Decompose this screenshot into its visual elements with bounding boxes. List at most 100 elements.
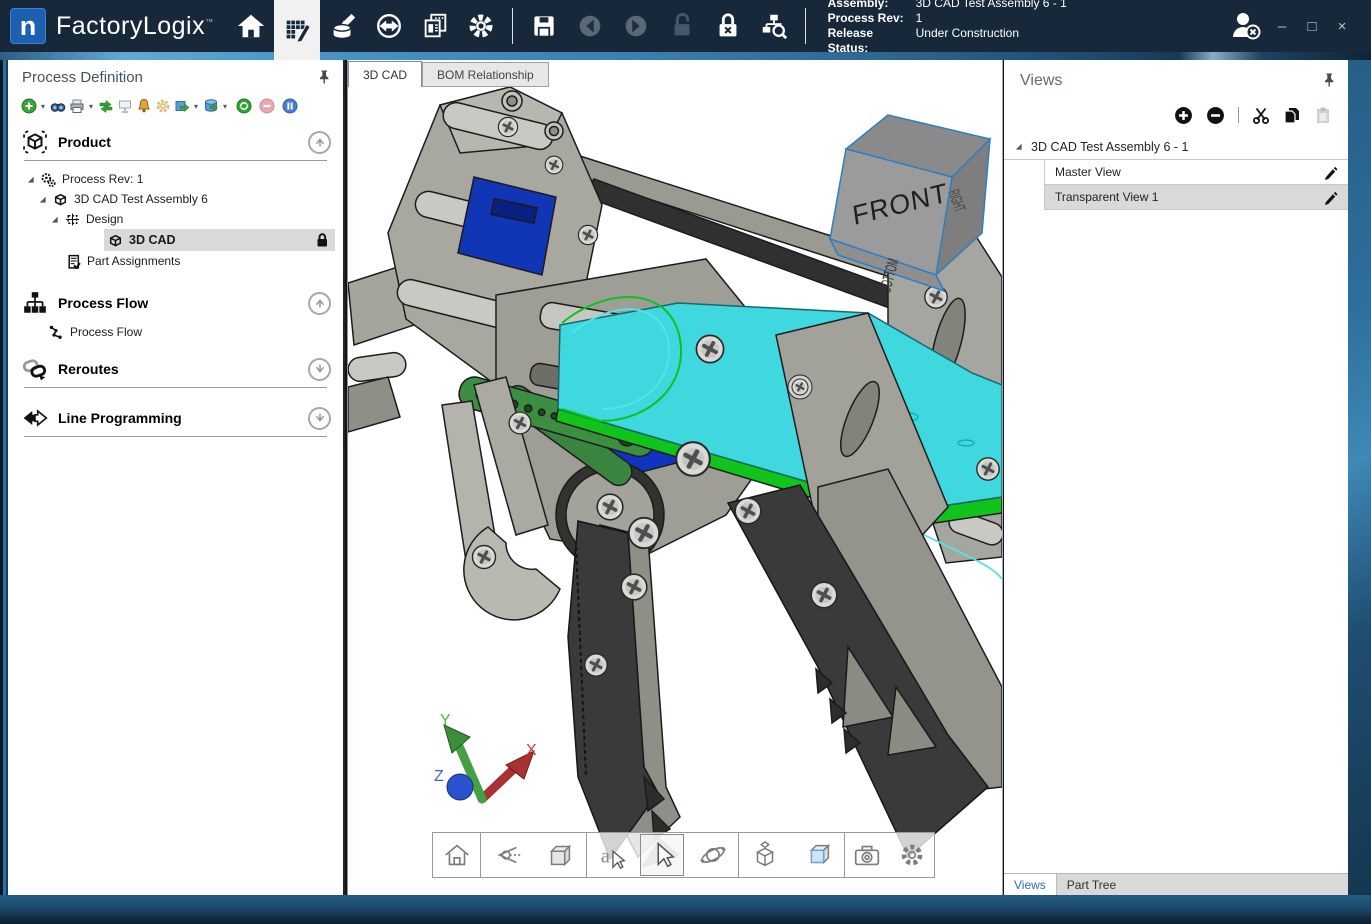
lock-icon [315,232,329,248]
remove-view-button[interactable] [1206,106,1225,125]
annotate-button[interactable]: a [590,835,634,875]
tab-part-tree[interactable]: Part Tree [1057,874,1126,895]
tree-item-part-assignments[interactable]: Part Assignments [8,251,343,271]
back-button[interactable] [567,0,613,52]
axis-y-label: Y [440,712,451,729]
view-item-transparent[interactable]: Transparent View 1 [1045,185,1348,210]
pin-icon[interactable] [1322,72,1336,88]
assembly-label: Assembly: [828,0,916,11]
tab-bom-relationship[interactable]: BOM Relationship [422,62,549,87]
snapshot-button[interactable] [845,835,889,875]
pin-icon[interactable] [317,69,331,85]
flow-search-button[interactable] [751,0,797,52]
section-process-flow[interactable]: Process Flow [8,285,343,321]
presentation-button[interactable] [117,98,133,114]
settings-button[interactable] [458,0,504,52]
print-dropdown-caret[interactable]: ▾ [89,102,93,111]
edit-pencil-icon[interactable] [1323,165,1338,180]
section-button[interactable] [796,835,840,875]
add-button[interactable] [21,98,37,114]
view-item-master[interactable]: Master View [1045,160,1348,185]
tree-item-process-rev[interactable]: Process Rev: 1 [8,169,343,189]
process-rev-label: Process Rev: [828,11,916,26]
select-tool-button[interactable] [640,834,684,876]
process-flow-child-icon [48,324,64,340]
views-tree-root[interactable]: 3D CAD Test Assembly 6 - 1 [1004,134,1348,160]
database-export-button[interactable] [203,98,219,114]
explode-button[interactable] [743,835,787,875]
documents-button[interactable] [412,0,458,52]
window-frame-left [0,60,8,895]
home-button[interactable] [228,0,274,52]
tree-item-assembly[interactable]: 3D CAD Test Assembly 6 [8,189,343,209]
expand-line-programming-button[interactable] [308,407,331,430]
print-button[interactable] [69,98,85,114]
release-status-label: Release Status: [828,26,916,56]
import-data-button[interactable] [320,0,366,52]
expander-icon[interactable] [38,195,47,204]
expander-icon[interactable] [26,175,35,184]
paste-button[interactable] [1314,106,1332,124]
forward-button[interactable] [613,0,659,52]
lock-delete-button[interactable] [705,0,751,52]
maximize-button[interactable]: □ [1297,18,1327,35]
section-product[interactable]: Product [8,124,343,160]
export-button[interactable] [174,98,190,114]
sync-exchange-button[interactable] [98,98,114,114]
section-line-programming[interactable]: Line Programming [8,400,343,436]
section-line-programming-label: Line Programming [58,410,308,426]
svg-text:a: a [601,846,610,868]
section-cube-icon [802,839,834,871]
sync-button[interactable] [366,0,412,52]
documents-icon [420,11,450,41]
pause-button[interactable] [282,98,298,114]
unlock-button[interactable] [659,0,705,52]
process-definition-icon [281,14,313,46]
toolbar-separator [1238,107,1239,123]
expander-icon[interactable] [50,215,59,224]
collapse-process-flow-button[interactable] [308,292,331,315]
view-home-button[interactable] [435,835,479,875]
user-logout-button[interactable] [1225,0,1267,52]
views-panel-tabs: Views Part Tree [1004,873,1348,895]
gear-button[interactable] [155,98,171,114]
view-direction-button[interactable] [485,835,529,875]
edit-pencil-icon[interactable] [1323,190,1338,205]
window-frame-right [1348,60,1371,895]
select-arrow-icon [646,839,678,871]
add-view-button[interactable] [1174,106,1193,125]
tab-3d-cad[interactable]: 3D CAD [348,61,422,87]
tab-views[interactable]: Views [1004,874,1057,895]
shaded-view-button[interactable] [538,835,582,875]
selected-tree-item[interactable]: 3D CAD [104,229,335,251]
export-dropdown-caret[interactable]: ▾ [194,102,198,111]
tree-item-label: 3D CAD [129,233,315,247]
alert-bell-button[interactable] [136,98,152,114]
save-button[interactable] [521,0,567,52]
collapse-product-button[interactable] [308,131,331,154]
part-assignments-icon [66,254,81,269]
minimize-button[interactable]: – [1267,18,1297,35]
copy-button[interactable] [1283,106,1301,124]
cut-button[interactable] [1252,106,1270,124]
tree-item-design[interactable]: Design [8,209,343,229]
orbit-button[interactable] [691,835,735,875]
tree-item-3d-cad[interactable]: 3D CAD [8,229,343,251]
database-dropdown-caret[interactable]: ▾ [223,102,227,111]
cad-viewport[interactable]: FRONT BOTTOM RIGHT Y X Z [348,87,1002,895]
tree-item-process-flow[interactable]: Process Flow [8,321,343,343]
product-tree: Process Rev: 1 3D CAD Test Assembly 6 De… [8,161,343,271]
find-button[interactable] [50,98,66,114]
process-definition-button[interactable] [274,0,320,60]
views-tree-root-label: 3D CAD Test Assembly 6 - 1 [1031,140,1188,154]
close-button[interactable]: × [1327,18,1357,35]
expand-reroutes-button[interactable] [308,358,331,381]
add-dropdown-caret[interactable]: ▾ [41,102,45,111]
window-frame-bottom [0,895,1371,924]
refresh-button[interactable] [236,98,252,114]
expander-icon[interactable] [1014,142,1023,151]
remove-button[interactable] [259,98,275,114]
view-settings-button[interactable] [890,835,934,875]
section-reroutes[interactable]: Reroutes [8,351,343,387]
assembly-info: Assembly:3D CAD Test Assembly 6 - 1 Proc… [828,0,1067,56]
